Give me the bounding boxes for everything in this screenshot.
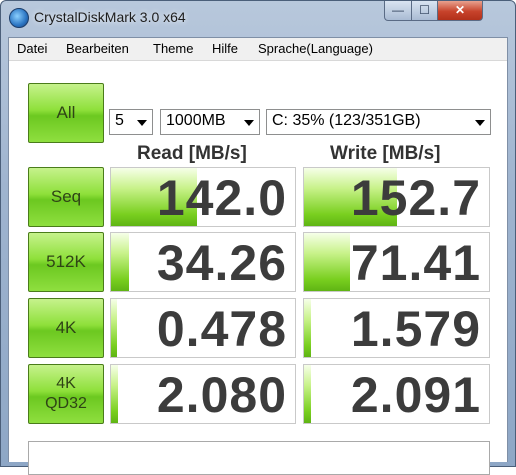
seq-read-value: 142.0 bbox=[156, 170, 287, 226]
title-bar[interactable]: CrystalDiskMark 3.0 x64 — ☐ ✕ bbox=[1, 1, 515, 35]
close-button[interactable]: ✕ bbox=[437, 1, 483, 21]
4k-write-value: 1.579 bbox=[350, 301, 481, 357]
menu-hilfe[interactable]: Hilfe bbox=[212, 41, 238, 56]
level-bar bbox=[111, 299, 117, 357]
seq-write-value: 152.7 bbox=[350, 170, 481, 226]
close-icon: ✕ bbox=[454, 3, 466, 17]
level-bar bbox=[304, 233, 351, 291]
4k-read-cell: 0.478 bbox=[110, 298, 296, 358]
app-disk-icon bbox=[9, 8, 29, 28]
client-area: Datei Bearbeiten Theme Hilfe Sprache(Lan… bbox=[8, 37, 508, 475]
chevron-down-icon bbox=[475, 120, 485, 126]
4k-button[interactable]: 4K bbox=[28, 298, 104, 358]
size-select[interactable]: 1000MB bbox=[160, 109, 260, 135]
4k-read-value: 0.478 bbox=[156, 301, 287, 357]
drive-select[interactable]: C: 35% (123/351GB) bbox=[266, 109, 491, 135]
count-select[interactable]: 5 bbox=[109, 109, 153, 135]
seq-read-cell: 142.0 bbox=[110, 167, 296, 227]
4k-qd32-read-cell: 2.080 bbox=[110, 364, 296, 424]
4k-qd32-write-cell: 2.091 bbox=[303, 364, 490, 424]
all-button[interactable]: All bbox=[28, 83, 104, 143]
seq-button[interactable]: Seq bbox=[28, 167, 104, 227]
seq-write-cell: 152.7 bbox=[303, 167, 490, 227]
maximize-button[interactable]: ☐ bbox=[411, 1, 438, 21]
512k-read-cell: 34.26 bbox=[110, 232, 296, 292]
512k-write-cell: 71.41 bbox=[303, 232, 490, 292]
window-title: CrystalDiskMark 3.0 x64 bbox=[34, 9, 186, 25]
menu-sprache[interactable]: Sprache(Language) bbox=[258, 41, 373, 56]
chevron-down-icon bbox=[244, 120, 254, 126]
write-header: Write [MB/s] bbox=[330, 143, 441, 164]
maximize-icon: ☐ bbox=[419, 3, 430, 17]
level-bar bbox=[304, 365, 312, 423]
4k-write-cell: 1.579 bbox=[303, 298, 490, 358]
4k-qd32-button[interactable]: 4K QD32 bbox=[28, 364, 104, 424]
benchmark-panel: All 5 1000MB C: 35% (123/351GB) Read [MB… bbox=[9, 60, 507, 475]
512k-button[interactable]: 512K bbox=[28, 232, 104, 292]
level-bar bbox=[304, 299, 312, 357]
read-header: Read [MB/s] bbox=[137, 143, 247, 164]
menu-datei[interactable]: Datei bbox=[17, 41, 47, 56]
menu-theme[interactable]: Theme bbox=[153, 41, 193, 56]
chevron-down-icon bbox=[137, 120, 147, 126]
drive-value: C: 35% (123/351GB) bbox=[272, 112, 421, 129]
size-value: 1000MB bbox=[166, 112, 226, 129]
menu-bearbeiten[interactable]: Bearbeiten bbox=[66, 41, 129, 56]
level-bar bbox=[111, 233, 130, 291]
minimize-button[interactable]: — bbox=[384, 1, 412, 21]
4k-qd32-read-value: 2.080 bbox=[156, 367, 287, 423]
512k-read-value: 34.26 bbox=[156, 235, 287, 291]
menu-bar: Datei Bearbeiten Theme Hilfe Sprache(Lan… bbox=[9, 38, 507, 60]
512k-write-value: 71.41 bbox=[350, 235, 481, 291]
4k-qd32-write-value: 2.091 bbox=[350, 367, 481, 423]
count-value: 5 bbox=[115, 112, 124, 129]
comment-field[interactable] bbox=[28, 441, 490, 475]
minimize-icon: — bbox=[392, 3, 404, 17]
app-window: CrystalDiskMark 3.0 x64 — ☐ ✕ Datei Bear… bbox=[0, 0, 516, 475]
level-bar bbox=[111, 365, 119, 423]
